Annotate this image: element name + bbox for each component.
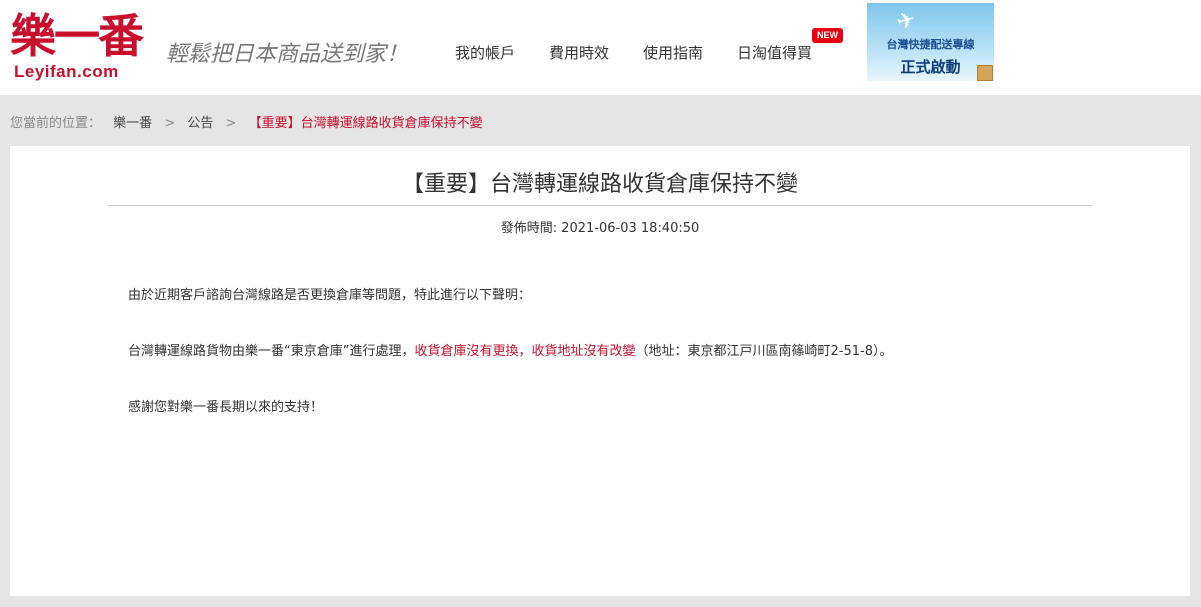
nav-worth-buying[interactable]: 日淘值得買: [737, 42, 812, 63]
nav-fees-timing[interactable]: 費用時效: [549, 42, 609, 63]
logo-english-text: Leyifan.com: [14, 62, 119, 81]
banner-line2: 正式啟動: [900, 58, 961, 76]
breadcrumb-prefix: 您當前的位置：: [10, 116, 102, 131]
new-badge: NEW: [812, 28, 843, 43]
publish-time: 發佈時間: 2021-06-03 18:40:50: [500, 221, 700, 236]
breadcrumb-separator: >: [164, 116, 176, 131]
nav-my-account[interactable]: 我的帳戶: [455, 42, 515, 63]
article-paragraph-1: 由於近期客戶諮詢台灣線路是否更換倉庫等問題，特此進行以下聲明：: [128, 288, 532, 303]
breadcrumb-current: 【重要】台灣轉運線路收貨倉庫保持不變: [248, 116, 483, 131]
site-header: 樂一番 Leyifan.com 輕鬆把日本商品送到家！ 我的帳戶 費用時效 使用…: [0, 0, 1201, 95]
paragraph-2-text: 台灣轉運線路貨物由樂一番“東京倉庫”進行處理，: [128, 344, 415, 359]
article-paragraph-2: 台灣轉運線路貨物由樂一番“東京倉庫”進行處理，收貨倉庫沒有更換，收貨地址沒有改變…: [128, 340, 893, 359]
logo-chinese-text: 樂一番: [10, 9, 144, 63]
breadcrumb-home[interactable]: 樂一番: [113, 116, 152, 131]
breadcrumb-announcements[interactable]: 公告: [187, 116, 213, 131]
promo-banner[interactable]: ✈ 台灣快捷配送專線 正式啟動: [867, 3, 994, 81]
article-container: 【重要】台灣轉運線路收貨倉庫保持不變 發佈時間: 2021-06-03 18:4…: [10, 146, 1190, 596]
warehouse-address: （地址：東京都江戸川區南篠崎町2-51-8）。: [635, 344, 893, 359]
highlight-warehouse-unchanged: 收貨倉庫沒有更換: [414, 344, 519, 359]
article-paragraph-3: 感謝您對樂一番長期以來的支持！: [128, 400, 324, 415]
highlight-comma: ，: [518, 344, 532, 359]
package-icon: [977, 65, 993, 81]
site-slogan: 輕鬆把日本商品送到家！: [166, 42, 409, 67]
breadcrumb-separator: >: [225, 116, 237, 131]
airplane-icon: ✈: [894, 7, 919, 36]
nav-user-guide[interactable]: 使用指南: [643, 42, 703, 63]
article-title: 【重要】台灣轉運線路收貨倉庫保持不變: [401, 172, 798, 197]
site-logo[interactable]: 樂一番 Leyifan.com: [10, 10, 155, 85]
title-divider: [108, 205, 1092, 206]
highlight-address-unchanged: 收貨地址沒有改變: [531, 344, 636, 359]
banner-line1: 台灣快捷配送專線: [886, 38, 975, 51]
breadcrumb: 您當前的位置： 樂一番 > 公告 > 【重要】台灣轉運線路收貨倉庫保持不變: [10, 112, 491, 131]
